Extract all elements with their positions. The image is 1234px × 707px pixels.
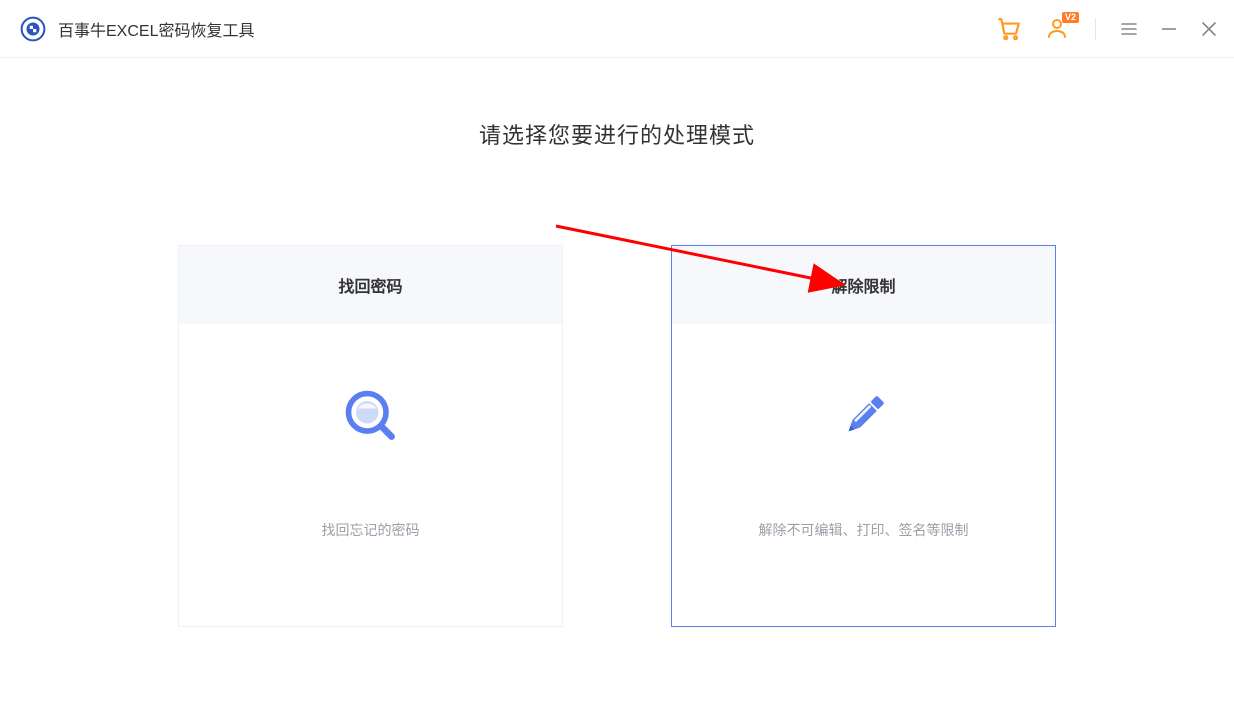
card-remove-restriction[interactable]: 解除限制 解除不可编辑、打印、签名等限制 — [671, 245, 1056, 627]
magnifier-icon — [339, 384, 403, 448]
card-recover-password[interactable]: 找回密码 找回忘记的密码 — [178, 245, 563, 627]
card-title: 解除限制 — [672, 246, 1055, 324]
card-title: 找回密码 — [179, 246, 562, 324]
card-desc: 找回忘记的密码 — [322, 520, 420, 540]
minimize-icon[interactable] — [1160, 20, 1178, 38]
app-logo-icon — [20, 16, 46, 42]
titlebar-divider — [1095, 18, 1096, 40]
titlebar-left: 百事牛EXCEL密码恢复工具 — [20, 16, 995, 42]
card-body: 找回忘记的密码 — [179, 324, 562, 626]
cart-icon[interactable] — [995, 15, 1023, 43]
close-icon[interactable] — [1200, 20, 1218, 38]
titlebar-right: V2 — [995, 15, 1218, 43]
app-title: 百事牛EXCEL密码恢复工具 — [58, 17, 254, 41]
main-content: 请选择您要进行的处理模式 找回密码 找回忘记的密码 解除限制 — [0, 58, 1234, 627]
titlebar: 百事牛EXCEL密码恢复工具 V2 — [0, 0, 1234, 58]
mode-cards: 找回密码 找回忘记的密码 解除限制 — [0, 245, 1234, 627]
card-body: 解除不可编辑、打印、签名等限制 — [672, 324, 1055, 626]
user-icon[interactable]: V2 — [1045, 16, 1071, 42]
menu-icon[interactable] — [1120, 20, 1138, 38]
page-title: 请选择您要进行的处理模式 — [0, 118, 1234, 150]
card-desc: 解除不可编辑、打印、签名等限制 — [759, 520, 969, 540]
pencil-icon — [832, 384, 896, 448]
user-badge: V2 — [1062, 12, 1079, 23]
